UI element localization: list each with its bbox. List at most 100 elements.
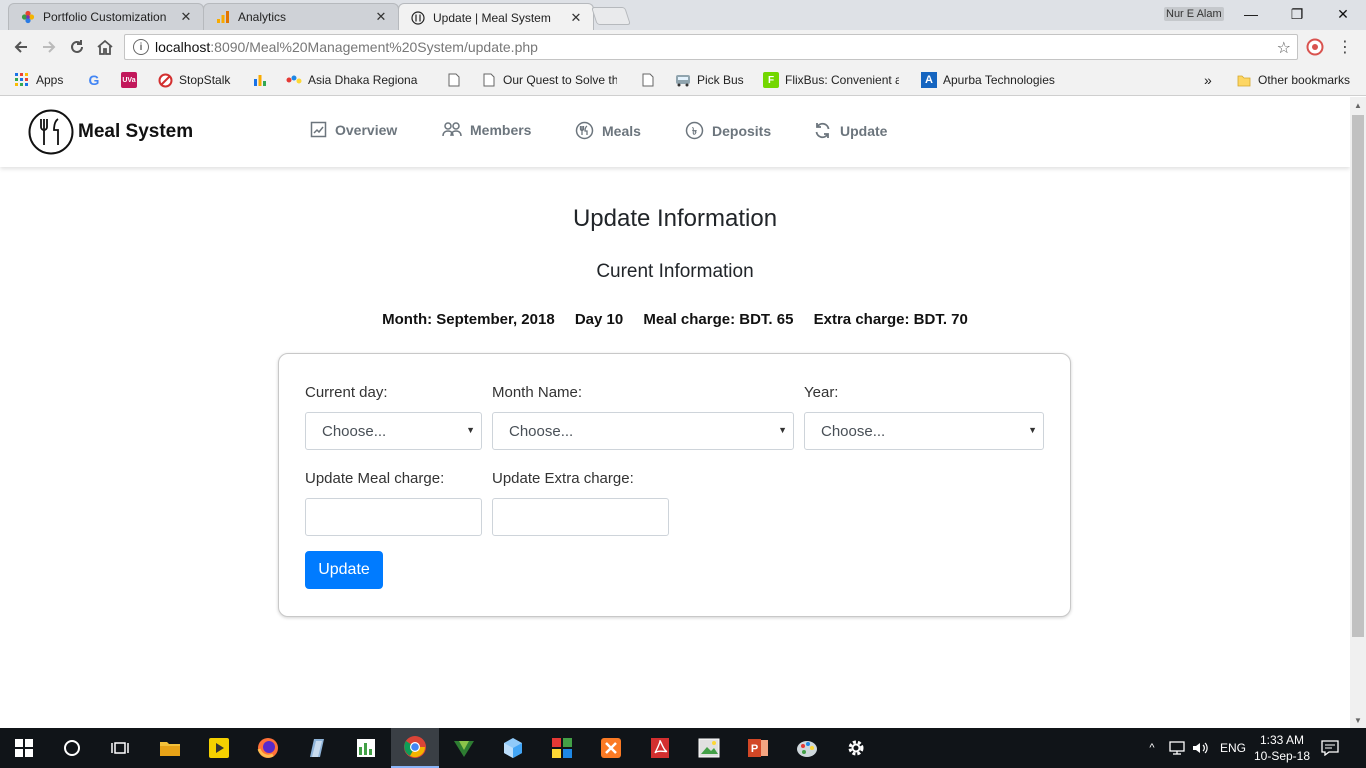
bookmark-google[interactable]: G — [86, 70, 108, 90]
taskbar-virtualbox[interactable] — [489, 728, 537, 768]
player-icon — [209, 738, 229, 758]
page-viewport: Meal System Overview Members Meals ৳ Dep… — [0, 97, 1350, 728]
flower-icon — [21, 10, 35, 24]
nav-meals[interactable]: Meals — [575, 121, 641, 140]
analytics-icon — [216, 10, 230, 24]
editor-icon — [357, 739, 375, 757]
taskbar-file-explorer[interactable] — [146, 728, 194, 768]
select-value: Choose... — [821, 422, 886, 440]
menu-icon[interactable]: ⋮ — [1334, 36, 1356, 58]
nav-overview[interactable]: Overview — [310, 121, 397, 138]
google-icon: G — [88, 72, 100, 88]
home-icon — [97, 39, 113, 55]
extension-button[interactable] — [1304, 36, 1326, 58]
chevron-up-icon[interactable]: ^ — [1142, 742, 1162, 754]
taskbar-chrome[interactable] — [391, 728, 439, 768]
close-icon[interactable]: ✕ — [569, 10, 583, 26]
action-center-button[interactable] — [1310, 728, 1350, 768]
bookmark-pick-bus[interactable]: Pick Bus — [675, 70, 744, 90]
bookmark-label: Apps — [36, 73, 64, 87]
forward-button[interactable] — [38, 36, 60, 58]
task-view-button[interactable] — [96, 728, 144, 768]
info-icon[interactable]: i — [133, 39, 149, 55]
brand[interactable]: Meal System — [28, 109, 193, 155]
meal-logo-icon — [28, 109, 74, 155]
taskbar-settings[interactable] — [832, 728, 880, 768]
task-view-icon — [111, 742, 129, 754]
bookmark-stopstalk[interactable]: StopStalk — [157, 70, 230, 90]
year-select[interactable]: Choose... ▼ — [804, 412, 1044, 450]
search-button[interactable] — [48, 728, 96, 768]
nav-label: Update — [840, 122, 888, 139]
update-form-card: Current day: Month Name: Year: Choose...… — [278, 353, 1071, 617]
taskbar-photos[interactable] — [685, 728, 733, 768]
app-icon — [310, 739, 324, 757]
scroll-thumb[interactable] — [1352, 115, 1364, 637]
month-select[interactable]: Choose... ▼ — [492, 412, 794, 450]
minimize-button[interactable]: — — [1228, 0, 1274, 28]
bookmark-asia-dhaka[interactable]: Asia Dhaka Regional — [286, 70, 418, 90]
page-icon — [640, 72, 656, 88]
bookmark-page-1[interactable] — [446, 70, 468, 90]
close-icon[interactable]: ✕ — [179, 9, 193, 25]
bookmark-flixbus[interactable]: F FlixBus: Convenient a — [763, 70, 899, 90]
reload-button[interactable] — [66, 36, 88, 58]
update-button[interactable]: Update — [305, 551, 383, 589]
star-icon[interactable]: ☆ — [1277, 38, 1291, 58]
window-close-button[interactable]: ✕ — [1320, 0, 1366, 28]
taskbar-paint[interactable] — [783, 728, 831, 768]
window-user-badge[interactable]: Nur E Alam — [1164, 7, 1224, 21]
bookmark-chart[interactable] — [252, 70, 274, 90]
address-bar[interactable]: i localhost:8090/Meal%20Management%20Sys… — [124, 34, 1298, 60]
bookmark-page-2[interactable] — [640, 70, 662, 90]
asia-icon — [286, 72, 302, 88]
nav-members[interactable]: Members — [442, 121, 531, 138]
apurba-icon: A — [921, 72, 937, 88]
start-button[interactable] — [0, 728, 48, 768]
taskbar-codeblocks[interactable] — [538, 728, 586, 768]
bookmark-apps[interactable]: Apps — [14, 70, 63, 90]
taskbar-firefox[interactable] — [244, 728, 292, 768]
taskbar-xampp[interactable] — [587, 728, 635, 768]
paint-icon — [797, 741, 817, 757]
tab-portfolio[interactable]: Portfolio Customization ✕ — [8, 3, 204, 30]
language-indicator[interactable]: ENG — [1220, 741, 1246, 755]
firefox-icon — [257, 738, 278, 758]
arrow-right-icon — [43, 41, 56, 53]
tab-analytics[interactable]: Analytics ✕ — [203, 3, 399, 30]
extra-charge-input[interactable] — [492, 498, 669, 536]
bookmark-our-quest[interactable]: Our Quest to Solve th — [481, 70, 617, 90]
day-select[interactable]: Choose... ▼ — [305, 412, 482, 450]
home-button[interactable] — [94, 36, 116, 58]
page-scrollbar[interactable]: ▲ ▼ — [1350, 97, 1366, 728]
stopstalk-icon — [157, 72, 173, 88]
taskbar-acrobat[interactable] — [636, 728, 684, 768]
bookmark-apurba[interactable]: A Apurba Technologies — [921, 70, 1055, 90]
taskbar-app-blue[interactable] — [293, 728, 341, 768]
meal-charge-input[interactable] — [305, 498, 482, 536]
select-value: Choose... — [322, 422, 387, 440]
taskbar-player[interactable] — [195, 728, 243, 768]
clock[interactable]: 1:33 AM 10-Sep-18 — [1250, 732, 1314, 764]
maximize-button[interactable]: ❐ — [1274, 0, 1320, 28]
taskbar-vectr[interactable] — [440, 728, 488, 768]
nav-deposits[interactable]: ৳ Deposits — [685, 121, 771, 140]
close-icon[interactable]: ✕ — [374, 9, 388, 25]
scroll-up-icon[interactable]: ▲ — [1350, 97, 1366, 113]
nav-update[interactable]: Update — [813, 121, 887, 140]
bookmark-label: StopStalk — [179, 73, 231, 87]
nav-label: Members — [470, 121, 532, 138]
info-extra-charge: Extra charge: BDT. 70 — [813, 311, 968, 328]
scroll-down-icon[interactable]: ▼ — [1350, 712, 1366, 728]
bookmark-other[interactable]: Other bookmarks — [1236, 70, 1350, 90]
back-button[interactable] — [10, 36, 32, 58]
tab-update-meal-system[interactable]: Update | Meal System ✕ — [398, 3, 594, 31]
taskbar-powerpoint[interactable]: P — [734, 728, 782, 768]
bookmarks-overflow-button[interactable]: » — [1204, 70, 1212, 90]
new-tab-button[interactable] — [591, 7, 631, 25]
taskbar-editor[interactable] — [342, 728, 390, 768]
arrow-left-icon — [14, 41, 27, 53]
info-month: Month: September, 2018 — [382, 311, 555, 328]
bookmark-uva[interactable]: UVa — [121, 70, 143, 90]
meal-logo-icon — [411, 10, 425, 25]
